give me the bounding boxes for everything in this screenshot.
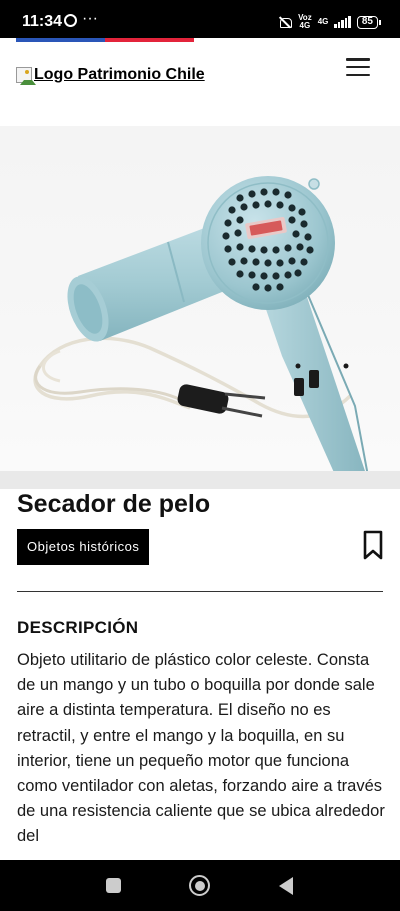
status-time: 11:34 [22, 13, 63, 30]
hair-dryer-illustration [33, 176, 369, 471]
flag-stripe [16, 38, 194, 42]
broken-image-icon [16, 67, 36, 85]
home-button[interactable] [189, 875, 210, 896]
mute-icon [278, 16, 293, 28]
object-title: Secador de pelo [17, 490, 211, 518]
site-logo-link[interactable]: Logo Patrimonio Chile [16, 66, 205, 85]
status-bar: 11:34 ··· Voz 4G 4G 85 [0, 0, 400, 38]
more-notifications-icon: ··· [82, 10, 98, 27]
network-indicator: Voz 4G [298, 14, 312, 30]
hamburger-line [346, 65, 370, 69]
flag-stripe-blue [16, 38, 105, 42]
image-bottom-strip [0, 471, 400, 489]
status-indicators: Voz 4G 4G 85 [278, 14, 382, 30]
description-heading: DESCRIPCIÓN [17, 618, 139, 637]
object-photo [0, 126, 400, 471]
system-navigation-bar [0, 860, 400, 911]
flag-stripe-red [105, 38, 194, 42]
bookmark-icon [363, 530, 383, 560]
whatsapp-icon [64, 14, 77, 27]
battery-icon: 85 [356, 15, 382, 29]
recents-button[interactable] [106, 878, 121, 893]
network-type: 4G [299, 21, 311, 30]
category-tag-button[interactable]: Objetos históricos [17, 529, 150, 565]
menu-button[interactable] [344, 56, 372, 78]
network-indicator-2: 4G [318, 18, 329, 26]
hamburger-menu-icon [346, 58, 370, 61]
section-divider [17, 591, 383, 592]
logo-alt-text: Logo Patrimonio Chile [34, 66, 205, 83]
network-type-2: 4G [317, 17, 329, 26]
signal-icon [334, 16, 351, 28]
back-button[interactable] [279, 877, 293, 895]
bookmark-button[interactable] [361, 529, 385, 561]
hamburger-line [346, 73, 370, 76]
web-page: Logo Patrimonio Chile Secador de pelo Ob… [0, 38, 400, 860]
description-text: Objeto utilitario de plástico color cele… [17, 651, 385, 846]
